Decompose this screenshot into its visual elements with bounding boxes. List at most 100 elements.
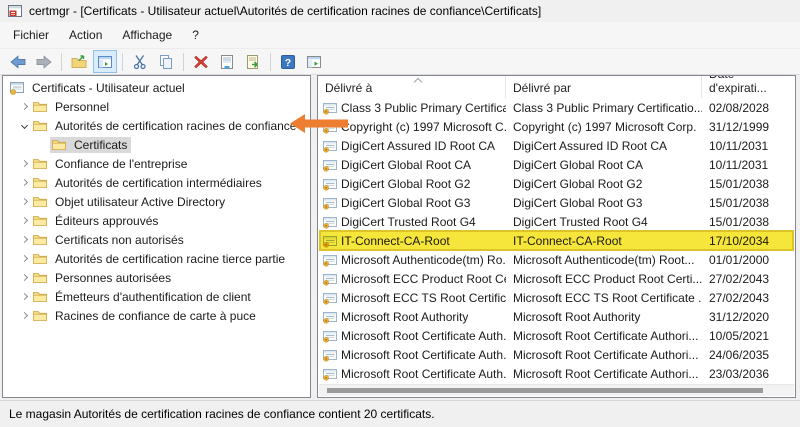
- chevron-right-icon[interactable]: [17, 161, 31, 166]
- expiration-date-cell: 10/11/2031: [702, 158, 795, 172]
- folder-icon: [32, 118, 48, 134]
- certificate-icon: [322, 176, 338, 192]
- menu-affichage[interactable]: Affichage: [112, 24, 182, 46]
- tree-item[interactable]: Personnel: [3, 97, 310, 116]
- new-window-icon: [306, 54, 322, 70]
- delete-button[interactable]: [189, 50, 213, 73]
- tree-item-label: Personnes autorisées: [52, 270, 174, 286]
- tree-item-label: Racines de confiance de carte à puce: [52, 308, 259, 324]
- certificate-row[interactable]: Microsoft Root Certificate Auth...Micros…: [318, 326, 795, 345]
- issued-by-cell: DigiCert Global Root G2: [506, 177, 702, 191]
- chevron-down-icon[interactable]: [17, 123, 31, 128]
- tree-item-label: Certificats non autorisés: [52, 232, 187, 248]
- main-area: Certificats - Utilisateur actuelPersonne…: [0, 75, 800, 400]
- expiration-date-cell: 27/02/2043: [702, 272, 795, 286]
- issued-to-cell: Microsoft Root Certificate Auth...: [341, 329, 506, 343]
- scrollbar-thumb[interactable]: [327, 388, 763, 393]
- chevron-right-icon[interactable]: [17, 180, 31, 185]
- issued-to-cell: Microsoft Root Certificate Auth...: [341, 367, 506, 381]
- menu-action[interactable]: Action: [59, 24, 112, 46]
- chevron-right-icon[interactable]: [17, 104, 31, 109]
- certificate-list-pane: Délivré à Délivré par Date d'expirati...…: [317, 75, 796, 398]
- back-icon: [10, 54, 26, 70]
- certificate-row[interactable]: Microsoft Root Certificate Auth...Micros…: [318, 364, 795, 383]
- horizontal-scrollbar[interactable]: [319, 384, 794, 396]
- folder-icon: [32, 251, 48, 267]
- tree-item[interactable]: Autorités de certification racine tierce…: [3, 249, 310, 268]
- certificate-row[interactable]: DigiCert Assured ID Root CADigiCert Assu…: [318, 136, 795, 155]
- toolbar-separator: [61, 53, 62, 71]
- certificate-row[interactable]: DigiCert Global Root CADigiCert Global R…: [318, 155, 795, 174]
- export-folder-button[interactable]: [67, 50, 91, 73]
- certificate-icon: [322, 290, 338, 306]
- cut-button[interactable]: [128, 50, 152, 73]
- tree-item[interactable]: Personnes autorisées: [3, 268, 310, 287]
- issued-to-cell: DigiCert Global Root G2: [341, 177, 470, 191]
- new-window-button[interactable]: [302, 50, 326, 73]
- column-header-expiration[interactable]: Date d'expirati...: [702, 76, 795, 98]
- chevron-right-icon[interactable]: [17, 237, 31, 242]
- tree-item[interactable]: Autorités de certification racines de co…: [3, 116, 310, 135]
- tree-item-label: Autorités de certification racines de co…: [52, 118, 299, 134]
- certificate-row[interactable]: DigiCert Global Root G3DigiCert Global R…: [318, 193, 795, 212]
- certificate-row[interactable]: Microsoft Root AuthorityMicrosoft Root A…: [318, 307, 795, 326]
- tree-item-label: Émetteurs d'authentification de client: [52, 289, 254, 305]
- certificate-row[interactable]: Microsoft Authenticode(tm) Ro...Microsof…: [318, 250, 795, 269]
- expiration-date-cell: 24/06/2035: [702, 348, 795, 362]
- tree-item[interactable]: Racines de confiance de carte à puce: [3, 306, 310, 325]
- copy-button[interactable]: [154, 50, 178, 73]
- certificate-row[interactable]: Microsoft ECC Product Root Ce...Microsof…: [318, 269, 795, 288]
- tree-item[interactable]: Éditeurs approuvés: [3, 211, 310, 230]
- column-header-issued-to[interactable]: Délivré à: [318, 76, 506, 98]
- issued-to-cell: DigiCert Global Root G3: [341, 196, 470, 210]
- menu-fichier[interactable]: Fichier: [3, 24, 59, 46]
- forward-icon: [36, 54, 52, 70]
- title-bar: certmgr - [Certificats - Utilisateur act…: [0, 0, 800, 22]
- export-list-button[interactable]: [241, 50, 265, 73]
- issued-by-cell: Copyright (c) 1997 Microsoft Corp.: [506, 120, 702, 134]
- certificate-row[interactable]: DigiCert Global Root G2 DigiCert Global R…: [318, 174, 795, 193]
- menu-help[interactable]: ?: [182, 24, 209, 46]
- certificate-row-it-connect-ca-root[interactable]: IT-Connect-CA-RootIT-Connect-CA-Root17/1…: [318, 231, 795, 250]
- certificate-row[interactable]: DigiCert Trusted Root G4DigiCert Trusted…: [318, 212, 795, 231]
- chevron-right-icon[interactable]: [17, 313, 31, 318]
- toolbar-separator: [183, 53, 184, 71]
- back-button[interactable]: [6, 50, 30, 73]
- tree-item[interactable]: Certificats non autorisés: [3, 230, 310, 249]
- export-list-icon: [245, 54, 261, 70]
- chevron-right-icon[interactable]: [17, 294, 31, 299]
- tree-item[interactable]: Autorités de certification intermédiaire…: [3, 173, 310, 192]
- folder-icon: [32, 213, 48, 229]
- tree-item[interactable]: Émetteurs d'authentification de client: [3, 287, 310, 306]
- tree-item[interactable]: Confiance de l'entreprise: [3, 154, 310, 173]
- certificate-row[interactable]: Class 3 Public Primary Certificat...Clas…: [318, 98, 795, 117]
- certificate-icon: [322, 347, 338, 363]
- help-icon: ?: [280, 54, 296, 70]
- tree-item[interactable]: Certificats: [3, 135, 310, 154]
- tree-root-certificats-utilisateur-actuel[interactable]: Certificats - Utilisateur actuel: [3, 78, 310, 97]
- chevron-right-icon[interactable]: [17, 199, 31, 204]
- expiration-date-cell: 15/01/2038: [702, 196, 795, 210]
- certificate-icon: [322, 366, 338, 382]
- certificate-row[interactable]: Microsoft Root Certificate Auth...Micros…: [318, 345, 795, 364]
- chevron-right-icon[interactable]: [17, 256, 31, 261]
- certificate-icon: [322, 138, 338, 154]
- certificate-row[interactable]: Copyright (c) 1997 Microsoft C...Copyrig…: [318, 117, 795, 136]
- forward-button[interactable]: [32, 50, 56, 73]
- tree-item[interactable]: Objet utilisateur Active Directory: [3, 192, 310, 211]
- show-console-tree-icon: [97, 54, 113, 70]
- list-header: Délivré à Délivré par Date d'expirati...: [318, 76, 795, 98]
- issued-by-cell: Microsoft Root Certificate Authori...: [506, 348, 702, 362]
- help-button[interactable]: ?: [276, 50, 300, 73]
- show-console-tree-button[interactable]: [93, 50, 117, 73]
- certificate-row[interactable]: Microsoft ECC TS Root Certifica...Micros…: [318, 288, 795, 307]
- delete-icon: [193, 54, 209, 70]
- issued-to-cell: Microsoft Root Certificate Auth...: [341, 348, 506, 362]
- column-header-issued-by[interactable]: Délivré par: [506, 76, 702, 98]
- issued-to-cell: DigiCert Trusted Root G4: [341, 215, 476, 229]
- tree-item-label: Objet utilisateur Active Directory: [52, 194, 228, 210]
- properties-button[interactable]: [215, 50, 239, 73]
- chevron-right-icon[interactable]: [17, 218, 31, 223]
- chevron-right-icon[interactable]: [17, 275, 31, 280]
- expiration-date-cell: 02/08/2028: [702, 101, 795, 115]
